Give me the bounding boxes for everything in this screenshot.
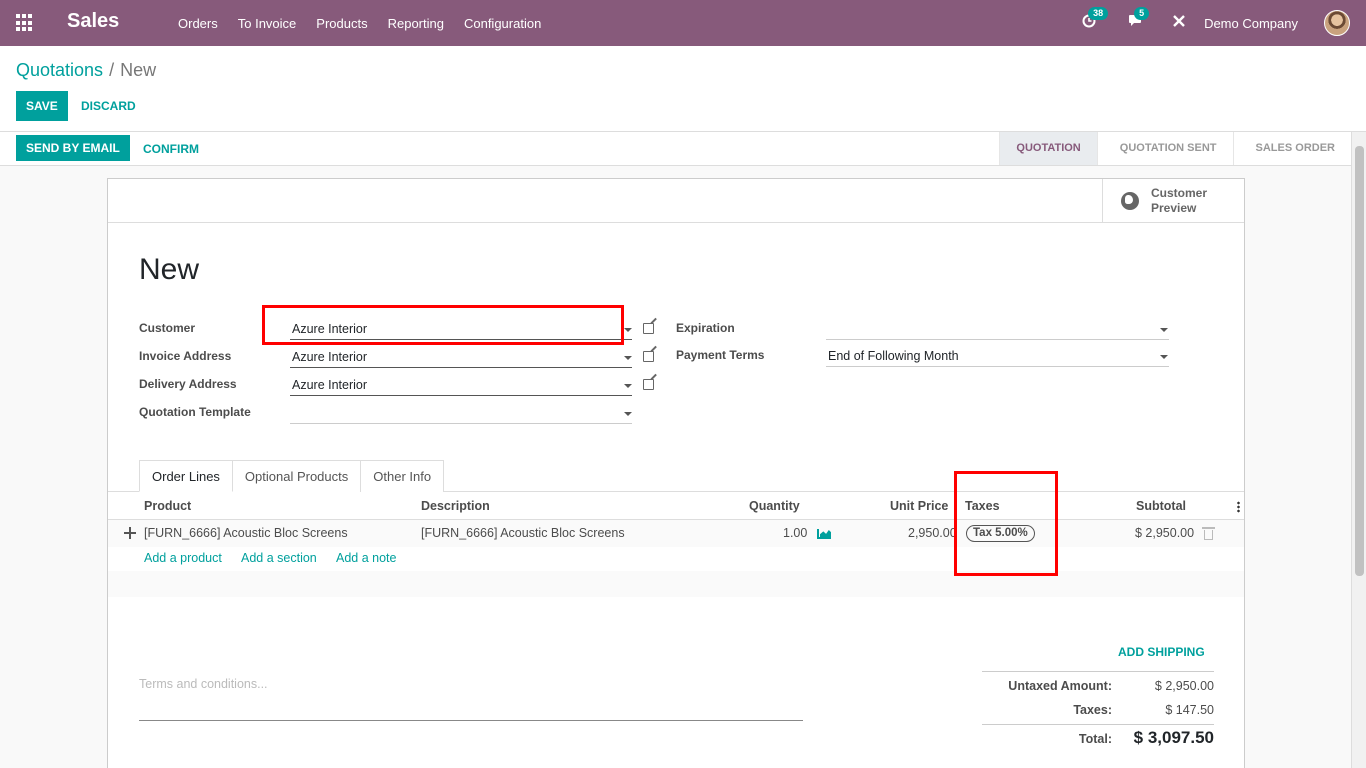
breadcrumb-quotations[interactable]: Quotations — [16, 60, 103, 80]
payment-terms-field[interactable]: End of Following Month — [826, 345, 1169, 367]
untaxed-amount-value: $ 2,950.00 — [1154, 679, 1214, 693]
row-subtotal: $ 2,950.00 — [1135, 526, 1195, 540]
notebook-tabs: Order Lines Optional Products Other Info — [139, 460, 445, 492]
terms-and-conditions-input[interactable]: Terms and conditions... — [139, 675, 803, 721]
stage-sales-order[interactable]: SALES ORDER — [1232, 132, 1351, 165]
row-product[interactable]: [FURN_6666] Acoustic Bloc Screens — [144, 526, 348, 540]
page-scrollbar[interactable] — [1351, 132, 1366, 768]
column-taxes[interactable]: Taxes — [965, 499, 1000, 513]
totals-bottom-divider — [982, 724, 1214, 725]
column-unit-price[interactable]: Unit Price — [890, 499, 948, 513]
add-line-row: Add a product Add a section Add a note — [108, 547, 1244, 571]
form-sheet: Customer Preview New Customer Azure Inte… — [107, 178, 1245, 768]
user-avatar[interactable] — [1324, 10, 1350, 36]
apps-grid-icon[interactable] — [16, 14, 34, 32]
chat-icon[interactable]: 5 — [1122, 7, 1150, 32]
stage-quotation[interactable]: QUOTATION — [999, 132, 1097, 165]
menu-products[interactable]: Products — [306, 16, 377, 31]
quotation-template-field[interactable] — [290, 402, 632, 424]
payment-terms-dropdown-caret-icon[interactable] — [1160, 355, 1168, 359]
menu-reporting[interactable]: Reporting — [378, 16, 454, 31]
delivery-address-external-link-icon[interactable] — [643, 379, 654, 390]
empty-table-row — [108, 571, 1244, 597]
activity-clock-icon[interactable]: 38 — [1076, 7, 1109, 32]
tab-order-lines[interactable]: Order Lines — [139, 460, 233, 492]
stage-pipeline: QUOTATION QUOTATION SENT SALES ORDER — [999, 132, 1351, 165]
expiration-dropdown-caret-icon[interactable] — [1160, 328, 1168, 332]
column-description[interactable]: Description — [421, 499, 490, 513]
invoice-address-label: Invoice Address — [139, 349, 232, 363]
quotation-template-label: Quotation Template — [139, 405, 251, 419]
customer-external-link-icon[interactable] — [643, 323, 654, 334]
main-menu: Orders To Invoice Products Reporting Con… — [168, 0, 551, 46]
company-switcher[interactable]: Demo Company — [1204, 16, 1298, 31]
status-bar: SEND BY EMAIL CONFIRM QUOTATION QUOTATIO… — [0, 132, 1351, 166]
payment-terms-label: Payment Terms — [676, 348, 765, 362]
add-section-link[interactable]: Add a section — [241, 551, 317, 565]
invoice-address-dropdown-caret-icon[interactable] — [624, 356, 632, 360]
trash-icon[interactable] — [1202, 527, 1215, 540]
delivery-address-field[interactable]: Azure Interior — [290, 374, 632, 396]
discard-button[interactable]: DISCARD — [71, 91, 146, 121]
row-unit-price[interactable]: 2,950.00 — [908, 526, 957, 540]
breadcrumb: Quotations / New — [16, 60, 156, 81]
activity-count-badge: 38 — [1088, 7, 1109, 20]
tax-tag[interactable]: Tax 5.00% — [966, 525, 1035, 542]
customer-preview-label: Customer Preview — [1151, 186, 1208, 215]
control-panel: Quotations / New SAVE DISCARD — [0, 46, 1366, 132]
menu-orders[interactable]: Orders — [168, 16, 228, 31]
row-description[interactable]: [FURN_6666] Acoustic Bloc Screens — [421, 526, 625, 540]
taxes-label: Taxes: — [1073, 703, 1112, 717]
menu-configuration[interactable]: Configuration — [454, 16, 551, 31]
column-product[interactable]: Product — [144, 499, 191, 513]
column-subtotal[interactable]: Subtotal — [1136, 499, 1186, 513]
add-product-link[interactable]: Add a product — [144, 551, 222, 565]
invoice-address-field[interactable]: Azure Interior — [290, 346, 632, 368]
row-quantity[interactable]: 1.00 — [783, 526, 807, 540]
quotation-template-dropdown-caret-icon[interactable] — [624, 412, 632, 416]
delivery-address-label: Delivery Address — [139, 377, 237, 391]
app-brand[interactable]: Sales — [67, 10, 119, 33]
save-button[interactable]: SAVE — [16, 91, 68, 121]
tab-other-info[interactable]: Other Info — [360, 460, 445, 492]
confirm-button[interactable]: CONFIRM — [133, 134, 209, 164]
forecast-chart-icon[interactable] — [817, 529, 831, 539]
untaxed-amount-label: Untaxed Amount: — [1008, 679, 1112, 693]
top-navbar: Sales Orders To Invoice Products Reporti… — [0, 0, 1366, 46]
send-by-email-button[interactable]: SEND BY EMAIL — [16, 135, 130, 161]
tools-icon[interactable] — [1166, 14, 1192, 32]
button-box: Customer Preview — [108, 179, 1244, 223]
delivery-address-dropdown-caret-icon[interactable] — [624, 384, 632, 388]
expiration-label: Expiration — [676, 321, 735, 335]
record-title: New — [139, 253, 200, 286]
expiration-field[interactable] — [826, 318, 1169, 340]
message-count-badge: 5 — [1134, 7, 1150, 20]
add-note-link[interactable]: Add a note — [336, 551, 396, 565]
add-shipping-button[interactable]: ADD SHIPPING — [1108, 637, 1215, 667]
customer-field[interactable]: Azure Interior — [290, 318, 632, 340]
breadcrumb-separator: / — [109, 60, 115, 80]
drag-handle-icon[interactable] — [124, 527, 136, 539]
menu-to-invoice[interactable]: To Invoice — [228, 16, 307, 31]
total-label: Total: — [1078, 732, 1112, 746]
invoice-address-external-link-icon[interactable] — [643, 351, 654, 362]
customer-label: Customer — [139, 321, 196, 335]
kebab-menu-icon[interactable] — [1237, 501, 1240, 513]
order-lines-header: Product Description Quantity Unit Price … — [108, 492, 1244, 520]
column-quantity[interactable]: Quantity — [749, 499, 800, 513]
stage-quotation-sent[interactable]: QUOTATION SENT — [1096, 132, 1233, 165]
navbar-systray: 38 5 Demo Company — [1076, 0, 1366, 46]
scrollbar-thumb[interactable] — [1355, 146, 1364, 576]
total-value: $ 3,097.50 — [1133, 728, 1214, 747]
customer-dropdown-caret-icon[interactable] — [624, 328, 632, 332]
breadcrumb-current: New — [120, 60, 157, 80]
table-row[interactable]: [FURN_6666] Acoustic Bloc Screens [FURN_… — [108, 520, 1244, 547]
tab-optional-products[interactable]: Optional Products — [231, 460, 362, 492]
totals-top-divider — [982, 671, 1214, 672]
globe-icon — [1121, 192, 1139, 210]
customer-preview-button[interactable]: Customer Preview — [1102, 179, 1244, 223]
taxes-value: $ 147.50 — [1165, 703, 1214, 717]
